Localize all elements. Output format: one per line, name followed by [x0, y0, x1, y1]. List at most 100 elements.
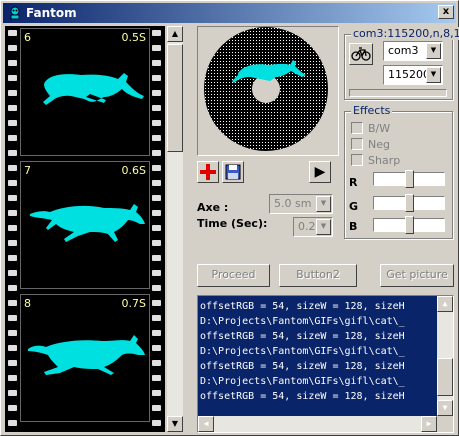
preview-panel — [197, 26, 339, 156]
sprocket-hole — [8, 60, 17, 66]
close-button[interactable]: x — [438, 5, 454, 19]
sprocket-hole — [8, 180, 17, 186]
button2-button[interactable]: Button2 — [279, 264, 357, 287]
chevron-down-icon[interactable]: ▼ — [426, 67, 441, 83]
log-horizontal-scrollbar[interactable]: ◀ ▶ — [198, 416, 437, 432]
scroll-up-icon[interactable]: ▲ — [167, 26, 183, 42]
serial-port-group: com3:115200,n,8,1 com3 ▼ 115200 ▼ — [344, 27, 459, 100]
axe-value: 5.0 sm — [274, 197, 312, 210]
slider-thumb[interactable] — [405, 216, 414, 234]
sprocket-holes-left — [7, 26, 19, 432]
title-bar[interactable]: Fantom x — [3, 3, 456, 23]
neg-checkbox[interactable]: Neg — [351, 138, 390, 151]
scroll-thumb[interactable] — [167, 44, 183, 152]
frame-time: 0.6S — [121, 164, 146, 177]
sprocket-hole — [8, 255, 17, 261]
save-button[interactable] — [222, 161, 244, 183]
sprocket-hole — [8, 165, 17, 171]
app-icon — [10, 6, 20, 20]
sprocket-hole — [152, 405, 161, 411]
sprocket-hole — [8, 300, 17, 306]
green-label: G — [349, 200, 359, 213]
sprocket-hole — [8, 210, 17, 216]
sprocket-hole — [8, 75, 17, 81]
film-frame[interactable]: 7 0.6S — [20, 161, 150, 289]
sprocket-holes-right — [151, 26, 163, 432]
sprocket-hole — [8, 45, 17, 51]
time-value: 0.2 — [298, 220, 316, 233]
chevron-down-icon[interactable]: ▼ — [316, 196, 331, 212]
sprocket-hole — [152, 345, 161, 351]
red-label: R — [349, 176, 358, 189]
log-line: offsetRGB = 54, sizeW = 128, sizeH — [200, 361, 405, 372]
connect-button[interactable] — [349, 43, 373, 65]
axe-label: Axe : — [197, 201, 229, 214]
axe-select[interactable]: 5.0 sm ▼ — [269, 194, 333, 214]
time-select[interactable]: 0.2 ▼ — [293, 217, 333, 237]
get-picture-button[interactable]: Get picture — [380, 264, 454, 287]
log-output[interactable]: offsetRGB = 54, sizeW = 128, sizeH D:\Pro… — [197, 295, 454, 433]
baud-select[interactable]: 115200 ▼ — [383, 65, 443, 85]
sprocket-hole — [152, 210, 161, 216]
sprocket-hole — [8, 150, 17, 156]
floppy-disk-icon — [225, 164, 241, 180]
sprocket-hole — [152, 225, 161, 231]
sprocket-hole — [152, 135, 161, 141]
log-vertical-scrollbar[interactable]: ▲ ▼ — [437, 296, 453, 416]
sprocket-hole — [152, 180, 161, 186]
frame-time: 0.5S — [121, 31, 146, 44]
green-slider[interactable] — [373, 194, 445, 212]
port-select[interactable]: com3 ▼ — [383, 41, 443, 61]
scroll-corner — [437, 416, 453, 432]
sprocket-hole — [152, 60, 161, 66]
film-strip[interactable]: 6 0.5S 7 0.6S 8 0.7S — [5, 26, 165, 432]
app-window: Fantom x 6 0.5S 7 0.6S 8 0.7S ▲ ▼ ▶ Axe … — [0, 0, 459, 436]
log-line: offsetRGB = 54, sizeW = 128, sizeH — [200, 301, 405, 312]
slider-thumb[interactable] — [405, 194, 414, 212]
sprocket-hole — [8, 225, 17, 231]
bicycle-icon — [351, 47, 371, 61]
sharp-checkbox[interactable]: Sharp — [351, 154, 400, 167]
film-scrollbar[interactable]: ▲ ▼ — [167, 26, 183, 432]
add-frame-button[interactable] — [197, 161, 219, 183]
sprocket-hole — [152, 285, 161, 291]
sprocket-hole — [152, 420, 161, 426]
scroll-right-icon[interactable]: ▶ — [421, 416, 437, 432]
scroll-down-icon[interactable]: ▼ — [437, 400, 453, 416]
film-frame[interactable]: 8 0.7S — [20, 294, 150, 422]
sprocket-hole — [8, 420, 17, 426]
log-line: D:\Projects\Fantom\GIFs\gifl\cat\_ — [200, 376, 405, 387]
red-slider[interactable] — [373, 170, 445, 188]
connection-progress — [349, 89, 447, 97]
sprocket-hole — [8, 120, 17, 126]
sprocket-hole — [8, 330, 17, 336]
scroll-left-icon[interactable]: ◀ — [198, 416, 214, 432]
film-frame[interactable]: 6 0.5S — [20, 28, 150, 156]
bw-checkbox[interactable]: B/W — [351, 122, 390, 135]
sprocket-hole — [8, 345, 17, 351]
log-line: D:\Projects\Fantom\GIFs\gifl\cat\_ — [200, 346, 405, 357]
play-button[interactable]: ▶ — [309, 161, 331, 183]
effects-group: Effects B/W Neg Sharp R G B — [344, 104, 453, 239]
sprocket-hole — [152, 390, 161, 396]
proceed-button[interactable]: Proceed — [197, 264, 270, 287]
sprocket-hole — [8, 135, 17, 141]
blue-label: B — [349, 220, 358, 233]
neg-label: Neg — [368, 138, 390, 151]
scroll-down-icon[interactable]: ▼ — [167, 416, 183, 432]
frame-number: 6 — [24, 31, 31, 44]
scroll-up-icon[interactable]: ▲ — [437, 296, 453, 312]
sprocket-hole — [152, 105, 161, 111]
sprocket-hole — [152, 375, 161, 381]
sprocket-hole — [8, 240, 17, 246]
slider-thumb[interactable] — [405, 170, 414, 188]
chevron-down-icon[interactable]: ▼ — [316, 219, 331, 235]
scroll-thumb[interactable] — [437, 358, 453, 396]
sprocket-hole — [152, 165, 161, 171]
port-value: com3 — [388, 44, 419, 57]
chevron-down-icon[interactable]: ▼ — [426, 43, 441, 59]
sprocket-hole — [152, 30, 161, 36]
serial-port-title: com3:115200,n,8,1 — [351, 27, 459, 40]
blue-slider[interactable] — [373, 216, 445, 234]
sprocket-hole — [152, 240, 161, 246]
